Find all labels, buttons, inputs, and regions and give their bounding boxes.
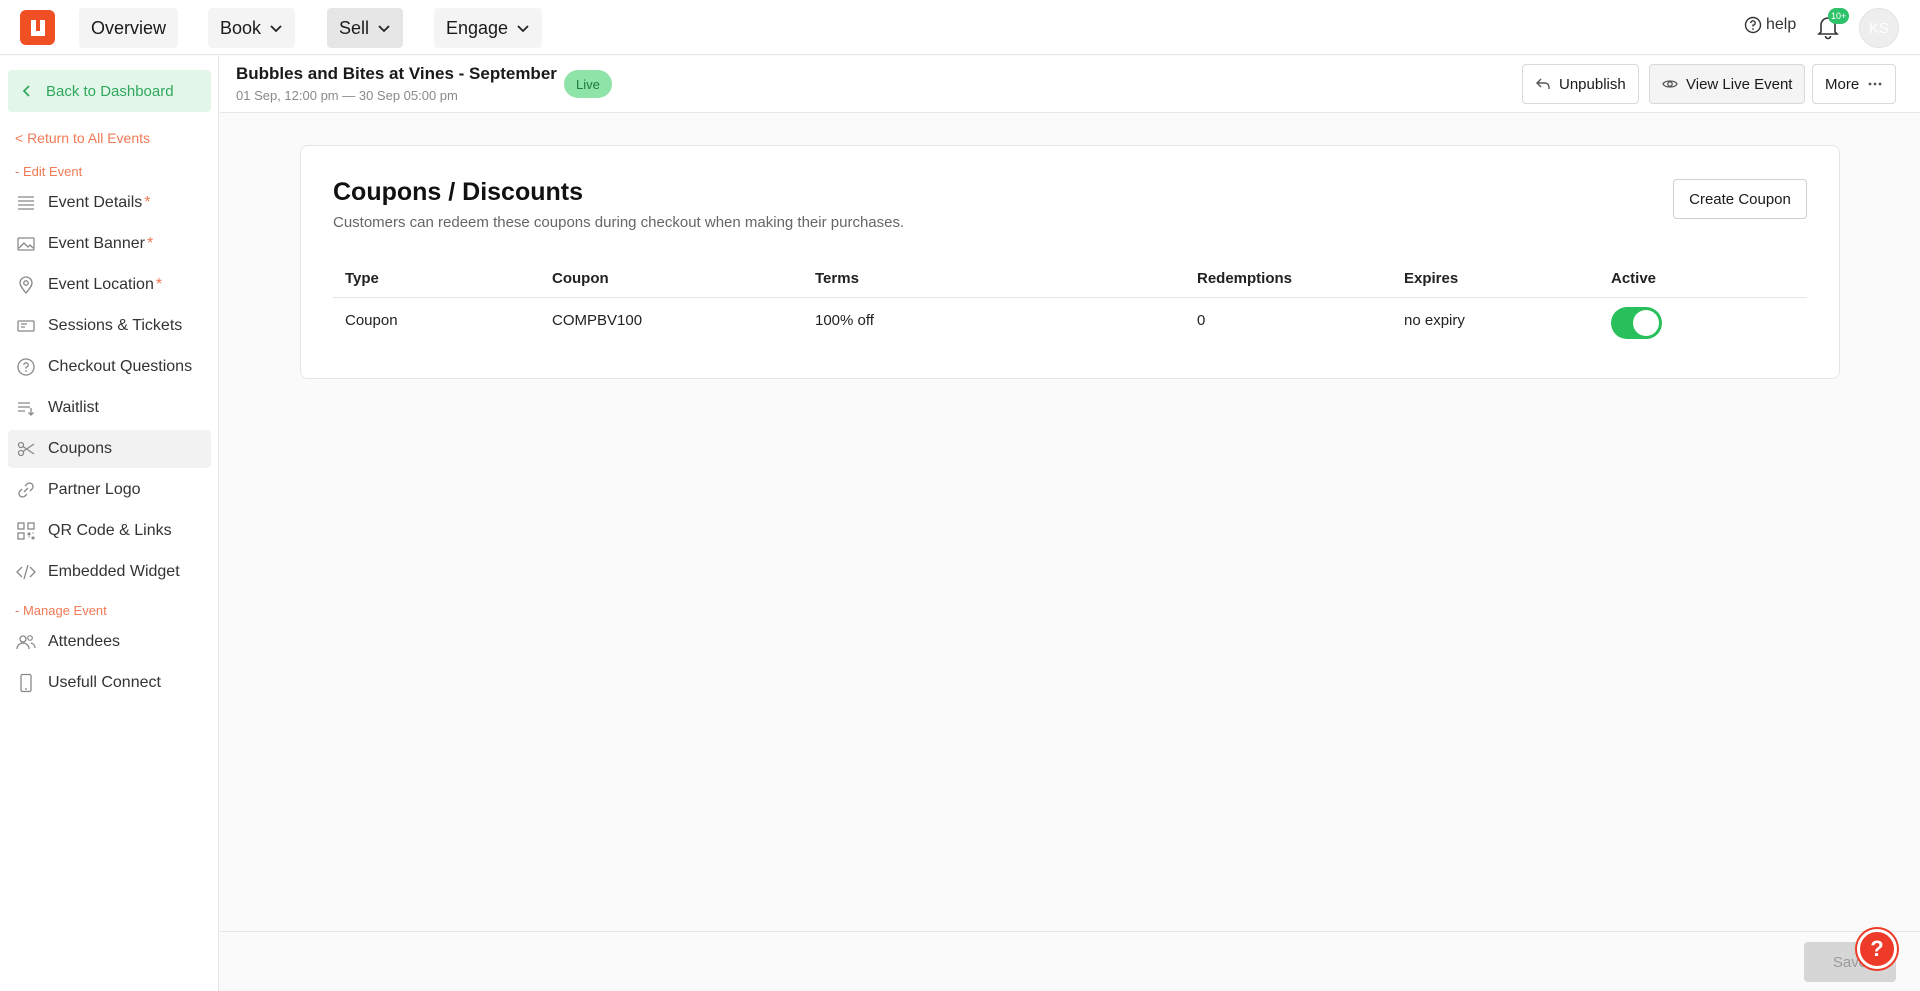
sidebar-item-label: QR Code & Links bbox=[48, 522, 172, 539]
sidebar-item-usefull-connect[interactable]: Usefull Connect bbox=[8, 664, 211, 702]
undo-arrow-icon bbox=[1536, 78, 1550, 89]
event-sidebar: Back to Dashboard < Return to All Events… bbox=[0, 56, 219, 991]
image-icon bbox=[17, 237, 35, 251]
unpublish-label: Unpublish bbox=[1559, 75, 1626, 93]
eye-icon bbox=[1662, 80, 1678, 88]
active-toggle[interactable] bbox=[1611, 307, 1662, 339]
help-label: help bbox=[1766, 16, 1797, 33]
sidebar-item-label: Event Location bbox=[48, 276, 154, 293]
sidebar-item-label: Sessions & Tickets bbox=[48, 317, 183, 334]
column-header-terms: Terms bbox=[815, 270, 859, 287]
chevron-down-icon bbox=[378, 25, 390, 33]
event-dates: 01 Sep, 12:00 pm — 30 Sep 05:00 pm bbox=[236, 88, 458, 103]
required-marker: * bbox=[155, 276, 163, 293]
chevron-down-icon bbox=[517, 25, 529, 33]
create-coupon-button[interactable]: Create Coupon bbox=[1673, 179, 1807, 219]
column-header-active: Active bbox=[1611, 270, 1657, 287]
nav-sell-label: Sell bbox=[339, 17, 370, 38]
link-icon bbox=[18, 482, 34, 498]
page-subtitle: Customers can redeem these coupons durin… bbox=[333, 214, 905, 231]
nav-book-label: Book bbox=[220, 17, 262, 38]
qr-code-icon bbox=[17, 522, 35, 540]
sidebar-item-label: Event Banner bbox=[48, 235, 145, 252]
ticket-icon bbox=[17, 320, 35, 332]
logo-icon bbox=[30, 19, 45, 36]
help-floating-button[interactable]: ? bbox=[1857, 929, 1897, 969]
sidebar-item-attendees[interactable]: Attendees bbox=[8, 623, 211, 661]
table-divider bbox=[333, 297, 1807, 298]
footer-bar bbox=[220, 931, 1920, 991]
code-icon bbox=[16, 564, 36, 580]
nav-sell-dropdown[interactable]: Sell bbox=[327, 8, 404, 48]
cell-expires: no expiry bbox=[1404, 312, 1465, 329]
chevron-down-icon bbox=[270, 25, 282, 33]
event-title: Bubbles and Bites at Vines - September bbox=[236, 64, 557, 83]
brand-logo[interactable] bbox=[20, 10, 55, 45]
cell-coupon-code: COMPBV100 bbox=[552, 312, 643, 329]
sidebar-item-label: Attendees bbox=[48, 633, 121, 650]
sidebar-item-qr-code-links[interactable]: QR Code & Links bbox=[8, 512, 211, 550]
sidebar-item-event-location[interactable]: Event Location * bbox=[8, 266, 211, 304]
sidebar-item-coupons[interactable]: Coupons bbox=[8, 430, 211, 468]
sidebar-item-label: Coupons bbox=[48, 440, 113, 457]
sidebar-item-label: Embedded Widget bbox=[48, 563, 180, 580]
more-label: More bbox=[1825, 75, 1860, 93]
sidebar-item-checkout-questions[interactable]: Checkout Questions bbox=[8, 348, 211, 386]
chevron-left-icon bbox=[22, 85, 30, 97]
required-marker: * bbox=[144, 194, 151, 211]
sidebar-item-label: Partner Logo bbox=[48, 481, 141, 498]
notification-count-badge: 10+ bbox=[1828, 8, 1850, 24]
phone-icon bbox=[20, 673, 32, 693]
edit-event-section-label: - Edit Event bbox=[15, 164, 83, 179]
user-avatar[interactable]: KS bbox=[1859, 8, 1899, 48]
sidebar-item-partner-logo[interactable]: Partner Logo bbox=[8, 471, 211, 509]
nav-overview[interactable]: Overview bbox=[79, 8, 179, 48]
nav-book-dropdown[interactable]: Book bbox=[208, 8, 296, 48]
status-badge: Live bbox=[564, 70, 612, 98]
toggle-knob bbox=[1633, 310, 1659, 336]
sidebar-item-sessions-tickets[interactable]: Sessions & Tickets bbox=[8, 307, 211, 345]
top-navigation-bar: Overview Book Sell Engage help 10+ KS bbox=[0, 0, 1920, 55]
help-link[interactable]: help bbox=[1744, 16, 1796, 34]
view-live-event-button[interactable]: View Live Event bbox=[1649, 64, 1806, 104]
page-title: Coupons / Discounts bbox=[333, 178, 583, 206]
unpublish-button[interactable]: Unpublish bbox=[1522, 64, 1639, 104]
sidebar-item-waitlist[interactable]: Waitlist bbox=[8, 389, 211, 427]
sidebar-item-event-banner[interactable]: Event Banner * bbox=[8, 225, 211, 263]
sidebar-item-label: Checkout Questions bbox=[48, 358, 193, 375]
nav-overview-label: Overview bbox=[91, 17, 167, 38]
list-icon bbox=[18, 196, 34, 210]
coupons-card: Coupons / Discounts Customers can redeem… bbox=[300, 145, 1840, 379]
ellipsis-icon bbox=[1868, 82, 1882, 86]
column-header-coupon: Coupon bbox=[552, 270, 609, 287]
location-pin-icon bbox=[19, 276, 33, 295]
event-header: Bubbles and Bites at Vines - September 0… bbox=[220, 56, 1920, 113]
waitlist-icon bbox=[18, 402, 34, 416]
sidebar-item-event-details[interactable]: Event Details * bbox=[8, 184, 211, 222]
manage-event-section-label: - Manage Event bbox=[15, 603, 107, 618]
sidebar-item-label: Usefull Connect bbox=[48, 674, 161, 691]
question-circle-icon bbox=[17, 358, 35, 376]
view-live-event-label: View Live Event bbox=[1686, 75, 1793, 93]
sidebar-item-label: Event Details bbox=[48, 194, 143, 211]
users-icon bbox=[16, 635, 36, 650]
back-to-dashboard-label: Back to Dashboard bbox=[46, 82, 174, 100]
cell-terms: 100% off bbox=[815, 312, 874, 329]
column-header-expires: Expires bbox=[1404, 270, 1459, 287]
return-to-all-events-link[interactable]: < Return to All Events bbox=[15, 130, 150, 146]
back-to-dashboard-button[interactable]: Back to Dashboard bbox=[8, 70, 211, 112]
sidebar-item-embedded-widget[interactable]: Embedded Widget bbox=[8, 553, 211, 591]
cell-redemptions: 0 bbox=[1197, 312, 1206, 329]
nav-engage-dropdown[interactable]: Engage bbox=[434, 8, 543, 48]
more-menu-button[interactable]: More bbox=[1812, 64, 1897, 104]
scissors-icon bbox=[17, 441, 35, 457]
sidebar-item-label: Waitlist bbox=[48, 399, 99, 416]
required-marker: * bbox=[146, 235, 154, 252]
column-header-redemptions: Redemptions bbox=[1197, 270, 1293, 287]
nav-engage-label: Engage bbox=[446, 17, 509, 38]
column-header-type: Type bbox=[345, 270, 379, 287]
question-circle-icon bbox=[1744, 16, 1762, 34]
cell-type: Coupon bbox=[345, 312, 398, 329]
